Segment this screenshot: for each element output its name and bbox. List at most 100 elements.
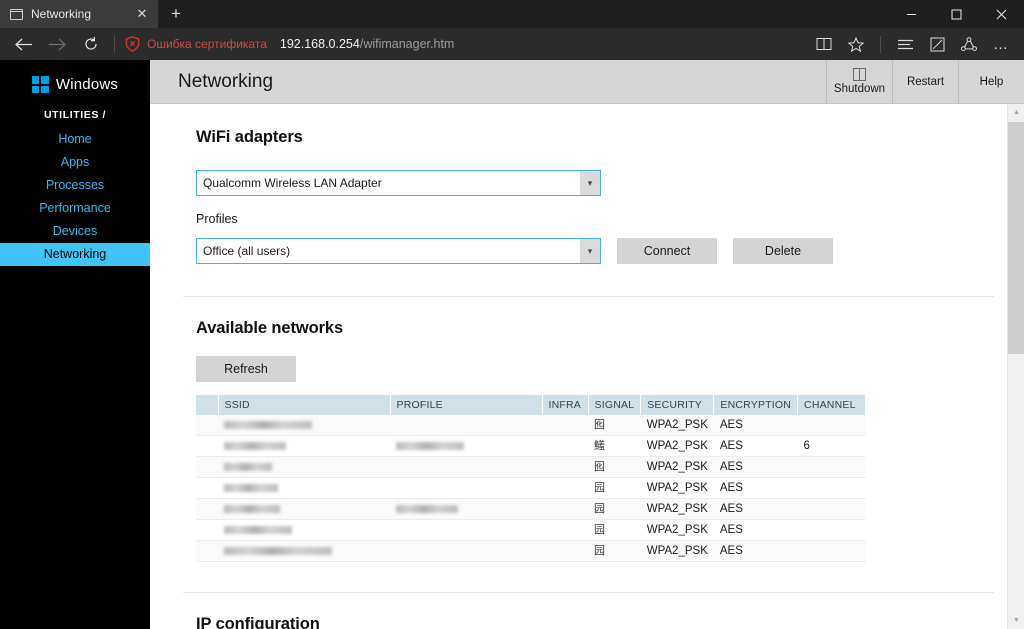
row-select-cell[interactable] (196, 415, 218, 436)
app-header: Networking Shutdown Restart Help (150, 60, 1024, 104)
help-button[interactable]: Help (958, 60, 1024, 103)
shutdown-icon (853, 68, 866, 81)
cell-encryption: AES (713, 456, 798, 478)
cell-ssid (218, 540, 390, 562)
page-scrollbar[interactable]: ▲ ▼ (1007, 104, 1024, 629)
address-url[interactable]: 192.168.0.254/wifimanager.htm (280, 37, 454, 51)
col-security[interactable]: SECURITY (640, 395, 715, 415)
redacted-value (224, 420, 312, 429)
close-tab-icon[interactable]: ✕ (132, 4, 152, 24)
row-select-cell[interactable] (196, 435, 218, 457)
connect-button[interactable]: Connect (617, 238, 717, 264)
cell-infra (542, 519, 588, 541)
certificate-error-shield-icon (125, 36, 140, 53)
wifi-adapters-section: WiFi adapters Qualcomm Wireless LAN Adap… (150, 104, 1024, 296)
cell-infra (542, 477, 588, 499)
row-select-cell[interactable] (196, 540, 218, 562)
minimize-button[interactable] (889, 0, 934, 28)
address-bar[interactable]: Ошибка сертификата 192.168.0.254/wifiman… (125, 36, 809, 53)
restart-button[interactable]: Restart (892, 60, 958, 103)
adapter-select[interactable]: Qualcomm Wireless LAN Adapter (196, 170, 601, 196)
ip-configuration-title: IP configuration (196, 615, 320, 629)
table-row[interactable]: 园 WPA2_PSK AES (196, 519, 866, 541)
reading-view-icon[interactable] (809, 30, 839, 58)
cell-channel (797, 498, 866, 520)
windows-logo-icon (31, 76, 49, 93)
tab-title: Networking (31, 7, 92, 21)
shutdown-label: Shutdown (833, 83, 886, 95)
sidebar-item-performance[interactable]: Performance (0, 197, 150, 220)
profile-select[interactable]: Office (all users) (196, 238, 601, 264)
share-icon[interactable] (954, 30, 984, 58)
col-signal[interactable]: SIGNAL (588, 395, 642, 415)
browser-window: Networking ✕ + Ошибка сертификата 192.16… (0, 0, 1024, 629)
sidebar-item-networking[interactable]: Networking (0, 243, 150, 266)
back-arrow-icon[interactable] (6, 29, 40, 59)
scrollbar-thumb[interactable] (1008, 122, 1024, 354)
row-select-cell[interactable] (196, 477, 218, 499)
sidebar-item-apps[interactable]: Apps (0, 151, 150, 174)
hub-icon[interactable] (890, 30, 920, 58)
refresh-icon[interactable] (74, 29, 108, 59)
available-networks-title: Available networks (196, 319, 344, 337)
scroll-down-arrow-icon[interactable]: ▼ (1008, 612, 1024, 629)
forward-arrow-icon[interactable] (40, 29, 74, 59)
table-header: SSID PROFILE INFRA SIGNAL SECURITY ENCRY… (196, 395, 867, 415)
table-row[interactable]: 园 WPA2_PSK AES (196, 540, 866, 562)
table-row[interactable]: 园 WPA2_PSK AES (196, 477, 866, 499)
new-tab-button[interactable]: + (158, 0, 194, 28)
ip-configuration-section: IP configuration Refresh (150, 593, 1024, 629)
help-label: Help (979, 75, 1004, 88)
cell-security: WPA2_PSK (640, 415, 714, 436)
row-select-cell[interactable] (196, 456, 218, 478)
sidebar-item-processes[interactable]: Processes (0, 174, 150, 197)
row-select-cell[interactable] (196, 519, 218, 541)
tab-networking[interactable]: Networking ✕ (0, 0, 158, 28)
redacted-value (224, 462, 272, 471)
table-row[interactable]: 鱃 WPA2_PSK AES 6 (196, 435, 866, 457)
col-profile[interactable]: PROFILE (390, 395, 543, 415)
sidebar-section-label: UTILITIES / (43, 109, 107, 121)
certificate-error-text: Ошибка сертификата (147, 37, 267, 51)
signal-strength-glyph: 园 (594, 544, 605, 557)
close-button[interactable] (979, 0, 1024, 28)
delete-button[interactable]: Delete (733, 238, 833, 264)
tab-strip: Networking ✕ + (0, 0, 1024, 28)
cell-ssid (218, 456, 390, 478)
more-options-icon[interactable]: … (986, 30, 1016, 58)
cell-signal: 园 (588, 540, 641, 562)
web-note-icon[interactable] (922, 30, 952, 58)
refresh-networks-button[interactable]: Refresh (196, 356, 296, 382)
cell-infra (542, 498, 588, 520)
app-content: Networking Shutdown Restart Help WiFi ad… (150, 60, 1024, 629)
cell-signal: 园 (588, 519, 641, 541)
col-ssid[interactable]: SSID (218, 395, 391, 415)
col-encryption[interactable]: ENCRYPTION (713, 395, 799, 415)
cell-channel (797, 519, 866, 541)
row-select-cell[interactable] (196, 498, 218, 520)
signal-strength-glyph: 园 (594, 523, 605, 536)
signal-strength-glyph: 囮 (594, 460, 605, 473)
col-channel[interactable]: CHANNEL (797, 395, 867, 415)
star-icon[interactable] (841, 30, 871, 58)
table-body: 囮 WPA2_PSK AES 鱃 WPA2_PSK AES 6 囮 WPA2_PSK AES 园 WP… (196, 415, 866, 562)
shutdown-button[interactable]: Shutdown (826, 60, 892, 103)
scroll-up-arrow-icon[interactable]: ▲ (1008, 104, 1024, 121)
cell-security: WPA2_PSK (640, 540, 714, 562)
maximize-button[interactable] (934, 0, 979, 28)
redacted-value (224, 441, 286, 450)
cell-infra (542, 540, 588, 562)
cell-encryption: AES (713, 540, 798, 562)
url-path: /wifimanager.htm (359, 37, 455, 51)
url-host: 192.168.0.254 (279, 37, 360, 51)
sidebar-item-home[interactable]: Home (0, 128, 150, 151)
table-row[interactable]: 囮 WPA2_PSK AES (196, 456, 866, 478)
app-body-inner: WiFi adapters Qualcomm Wireless LAN Adap… (150, 104, 1024, 629)
col-infra[interactable]: INFRA (542, 395, 589, 415)
redacted-value (224, 504, 280, 513)
table-row[interactable]: 园 WPA2_PSK AES (196, 498, 866, 520)
table-row[interactable]: 囮 WPA2_PSK AES (196, 415, 866, 436)
sidebar-item-devices[interactable]: Devices (0, 220, 150, 243)
cell-profile (390, 498, 542, 520)
brand: Windows (0, 76, 150, 93)
